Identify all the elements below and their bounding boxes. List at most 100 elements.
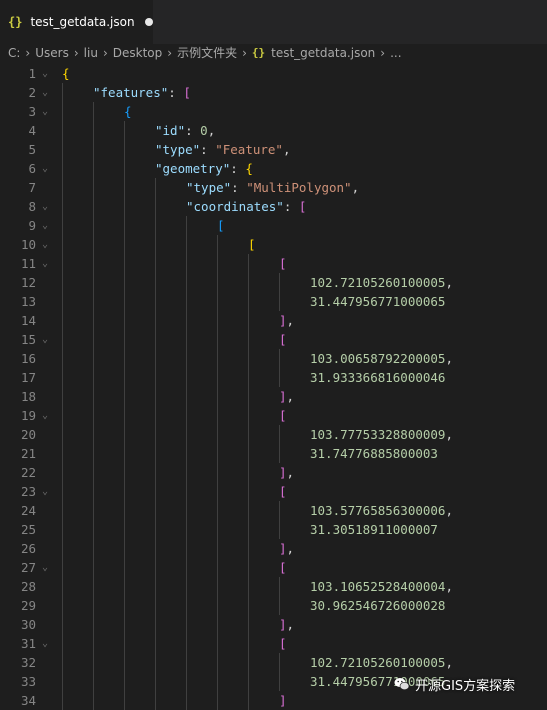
code-line[interactable]: 13 31.447956771000065: [0, 292, 547, 311]
line-number: 23: [20, 484, 36, 499]
fold-chevron-icon[interactable]: ⌄: [42, 64, 48, 83]
code-line[interactable]: 12 102.72105260100005,: [0, 273, 547, 292]
code-text: "id": 0,: [155, 121, 215, 140]
code-line[interactable]: 19 ⌄ [: [0, 406, 547, 425]
code-line[interactable]: 1 ⌄ {: [0, 64, 547, 83]
line-number: 12: [20, 275, 36, 290]
indent-guide: [217, 539, 218, 558]
indent-guide: [279, 653, 280, 672]
indent-guide: [248, 577, 249, 596]
indent-guide: [279, 349, 280, 368]
indent-guide: [248, 691, 249, 710]
fold-chevron-icon[interactable]: ⌄: [42, 83, 48, 102]
fold-chevron-icon[interactable]: ⌄: [42, 102, 48, 121]
indent-guide: [186, 387, 187, 406]
indent-guide: [93, 178, 94, 197]
fold-chevron-icon[interactable]: ⌄: [42, 254, 48, 273]
watermark: 开源GIS方案探索: [394, 673, 515, 695]
fold-chevron-icon[interactable]: ⌄: [42, 235, 48, 254]
code-token: "coordinates": [186, 199, 284, 214]
code-text: "type": "MultiPolygon",: [186, 178, 359, 197]
code-text: [: [279, 406, 287, 425]
indent-guide: [62, 691, 63, 710]
indent-guide: [155, 558, 156, 577]
indent-guide: [155, 444, 156, 463]
code-line[interactable]: 22],: [0, 463, 547, 482]
code-line[interactable]: 15 ⌄ [: [0, 330, 547, 349]
indent-guide: [279, 368, 280, 387]
code-line[interactable]: 21 31.74776885800003: [0, 444, 547, 463]
indent-guide: [279, 501, 280, 520]
code-line[interactable]: 32 102.72105260100005,: [0, 653, 547, 672]
fold-chevron-icon[interactable]: ⌄: [42, 159, 48, 178]
code-token: 103.77753328800009: [310, 427, 446, 442]
code-text: [: [279, 634, 287, 653]
line-number: 25: [20, 522, 36, 537]
code-line[interactable]: 30],: [0, 615, 547, 634]
indent-guide: [93, 121, 94, 140]
breadcrumb-item-drive[interactable]: C:: [8, 46, 20, 60]
code-token: 31.30518911000007: [310, 522, 438, 537]
code-line[interactable]: 31 ⌄ [: [0, 634, 547, 653]
code-line[interactable]: 7 "type": "MultiPolygon",: [0, 178, 547, 197]
code-line[interactable]: 18],: [0, 387, 547, 406]
indent-guide: [186, 558, 187, 577]
code-line[interactable]: 5 "type": "Feature",: [0, 140, 547, 159]
code-line[interactable]: 8 ⌄ "coordinates": [: [0, 197, 547, 216]
breadcrumb-item-file[interactable]: test_getdata.json: [271, 46, 375, 60]
code-line[interactable]: 17 31.933366816000046: [0, 368, 547, 387]
indent-guide: [124, 159, 125, 178]
code-line[interactable]: 10 ⌄ [: [0, 235, 547, 254]
code-editor[interactable]: 1 ⌄{2 ⌄ "features": [3 ⌄{4 "id": 0, 5 "type": "…: [0, 64, 547, 710]
indent-guide: [93, 254, 94, 273]
code-line[interactable]: 23 ⌄ [: [0, 482, 547, 501]
breadcrumb-item-liu[interactable]: liu: [84, 46, 98, 60]
breadcrumb-item-users[interactable]: Users: [35, 46, 69, 60]
breadcrumb-item-folder[interactable]: 示例文件夹: [177, 44, 237, 61]
indent-guide: [62, 349, 63, 368]
code-text: "features": [: [93, 83, 191, 102]
chevron-right-icon: ›: [380, 45, 386, 60]
code-line[interactable]: 28 103.10652528400004,: [0, 577, 547, 596]
indent-guide: [186, 349, 187, 368]
code-line[interactable]: 14],: [0, 311, 547, 330]
code-line[interactable]: 6 ⌄ "geometry": {: [0, 159, 547, 178]
code-line[interactable]: 3 ⌄ {: [0, 102, 547, 121]
indent-guide: [248, 330, 249, 349]
fold-chevron-icon[interactable]: ⌄: [42, 482, 48, 501]
code-line[interactable]: 16 103.00658792200005,: [0, 349, 547, 368]
indent-guide: [155, 596, 156, 615]
tab-test-getdata-json[interactable]: {} test_getdata.json: [0, 0, 153, 44]
breadcrumb-item-symbols[interactable]: ...: [390, 46, 401, 60]
indent-guide: [155, 406, 156, 425]
code-line[interactable]: 11 ⌄ [: [0, 254, 547, 273]
code-line[interactable]: 25 31.30518911000007: [0, 520, 547, 539]
code-line[interactable]: 26],: [0, 539, 547, 558]
fold-chevron-icon[interactable]: ⌄: [42, 330, 48, 349]
code-line[interactable]: 29 30.962546726000028: [0, 596, 547, 615]
code-token: "type": [186, 180, 232, 195]
code-line[interactable]: 27 ⌄ [: [0, 558, 547, 577]
fold-chevron-icon[interactable]: ⌄: [42, 406, 48, 425]
indent-guide: [155, 653, 156, 672]
indent-guide: [124, 596, 125, 615]
code-line[interactable]: 9 ⌄ [: [0, 216, 547, 235]
unsaved-dot-icon[interactable]: [144, 18, 153, 26]
indent-guide: [93, 577, 94, 596]
code-line[interactable]: 4 "id": 0,: [0, 121, 547, 140]
line-number: 29: [20, 598, 36, 613]
code-token: ,: [207, 123, 216, 138]
fold-chevron-icon[interactable]: ⌄: [42, 634, 48, 653]
breadcrumb-item-desktop[interactable]: Desktop: [113, 46, 163, 60]
fold-chevron-icon[interactable]: ⌄: [42, 216, 48, 235]
line-number: 33: [20, 674, 36, 689]
fold-chevron-icon[interactable]: ⌄: [42, 197, 48, 216]
code-token: ,: [282, 142, 291, 157]
line-number: 11: [20, 256, 36, 271]
code-line[interactable]: 2 ⌄ "features": [: [0, 83, 547, 102]
breadcrumb: C: › Users › liu › Desktop › 示例文件夹 › {} …: [0, 44, 547, 61]
fold-chevron-icon[interactable]: ⌄: [42, 558, 48, 577]
code-token: ,: [286, 389, 295, 404]
code-line[interactable]: 20 103.77753328800009,: [0, 425, 547, 444]
code-line[interactable]: 24 103.57765856300006,: [0, 501, 547, 520]
